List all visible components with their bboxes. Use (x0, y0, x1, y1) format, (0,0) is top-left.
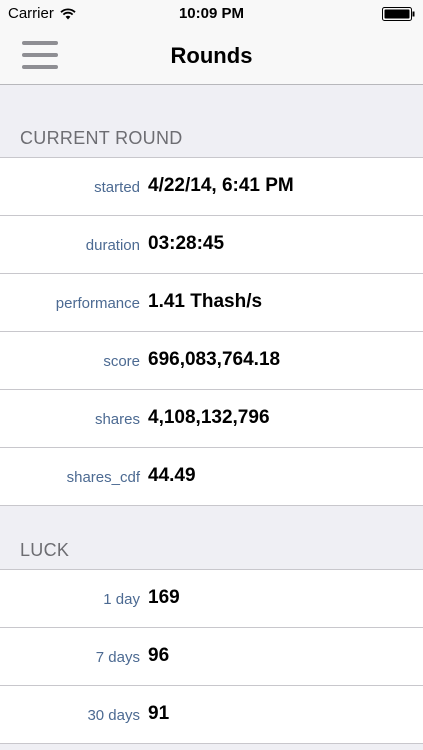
row-shares: shares 4,108,132,796 (0, 390, 423, 448)
row-label-7-days: 7 days (95, 649, 140, 666)
row-label-score: score (103, 353, 140, 370)
row-label-shares: shares (94, 411, 140, 428)
navigation-bar: Rounds (0, 28, 423, 85)
row-value-7-days: 96 (148, 645, 170, 666)
current-round-section: started 4/22/14, 6:41 PM duration 03:28:… (0, 157, 423, 506)
row-luck-7-days: 7 days 96 (0, 628, 423, 686)
row-shares-cdf: shares_cdf 44.49 (0, 448, 423, 505)
row-value-duration: 03:28:45 (148, 233, 225, 254)
row-value-shares: 4,108,132,796 (148, 407, 270, 428)
section-header-luck: LUCK (20, 540, 70, 560)
status-time: 10:09 PM (178, 5, 245, 22)
row-value-1-day: 169 (148, 587, 180, 608)
row-label-performance: performance (55, 295, 140, 312)
row-value-score: 696,083,764.18 (148, 349, 281, 370)
row-value-started: 4/22/14, 6:41 PM (148, 175, 294, 196)
status-bar: Carrier 10:09 PM (0, 0, 423, 28)
battery-icon (382, 7, 415, 21)
row-started: started 4/22/14, 6:41 PM (0, 158, 423, 216)
row-value-performance: 1.41 Thash/s (148, 291, 263, 312)
row-value-30-days: 91 (148, 703, 170, 724)
page-title: Rounds (170, 43, 253, 68)
row-label-30-days: 30 days (87, 707, 140, 724)
row-label-1-day: 1 day (103, 591, 140, 608)
row-label-shares-cdf: shares_cdf (66, 469, 140, 486)
luck-section: 1 day 169 7 days 96 30 days 91 (0, 569, 423, 744)
row-value-shares-cdf: 44.49 (148, 465, 196, 486)
section-header-current-round: CURRENT ROUND (20, 128, 183, 148)
row-score: score 696,083,764.18 (0, 332, 423, 390)
row-performance: performance 1.41 Thash/s (0, 274, 423, 332)
row-duration: duration 03:28:45 (0, 216, 423, 274)
row-luck-1-day: 1 day 169 (0, 570, 423, 628)
row-label-duration: duration (85, 237, 140, 254)
row-luck-30-days: 30 days 91 (0, 686, 423, 743)
row-label-started: started (94, 179, 140, 196)
